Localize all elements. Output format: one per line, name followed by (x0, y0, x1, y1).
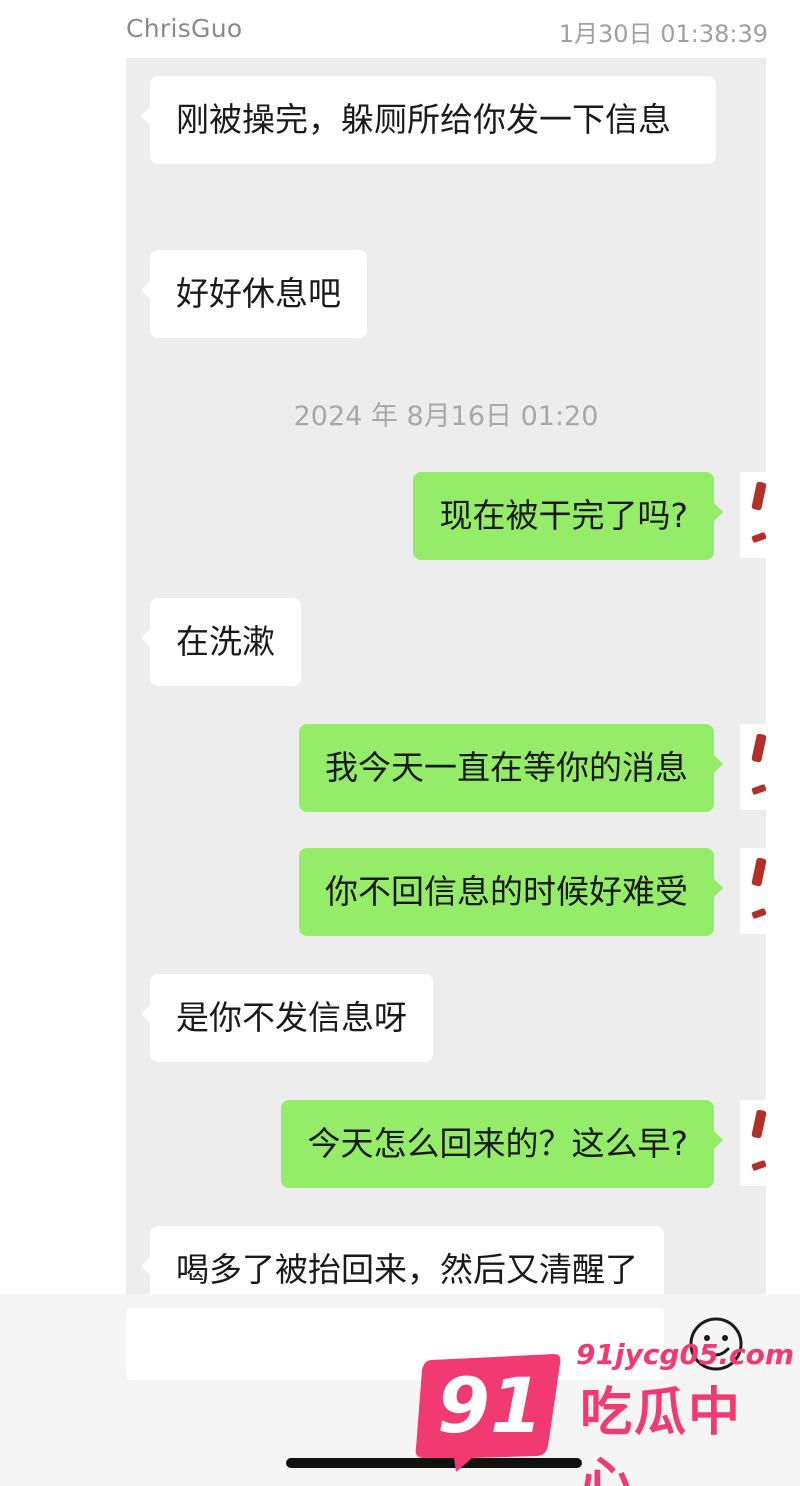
avatar-mark (751, 481, 767, 511)
own-avatar[interactable] (740, 1100, 768, 1186)
own-avatar[interactable] (740, 472, 768, 558)
message-bubble-outgoing[interactable]: 今天怎么回来的？这么早? (281, 1100, 723, 1188)
message-text: 我今天一直在等你的消息 (325, 748, 688, 787)
message-text: 好好休息吧 (176, 274, 341, 313)
chat-timestamp: 2024 年 8月16日 01:20 (293, 401, 599, 432)
avatar-mark (751, 1109, 767, 1139)
message-text: 你不回信息的时候好难受 (325, 872, 688, 911)
chat-message-list[interactable]: 刚被操完，躲厕所给你发一下信息 好好休息吧 2024 年 8月16日 01:20… (126, 58, 766, 1294)
own-avatar[interactable] (740, 724, 768, 810)
header-timestamp: 1月30日 01:38:39 (558, 20, 768, 48)
message-bubble-incoming[interactable]: 喝多了被抬回来，然后又清醒了 (141, 1226, 664, 1294)
message-text: 刚被操完，躲厕所给你发一下信息 (176, 100, 671, 139)
avatar-mark (751, 733, 767, 763)
message-text: 是你不发信息呀 (176, 998, 407, 1037)
message-text: 喝多了被抬回来，然后又清醒了 (176, 1250, 638, 1289)
sender-name: ChrisGuo (126, 14, 243, 43)
message-bubble-outgoing[interactable]: 我今天一直在等你的消息 (299, 724, 723, 812)
site-watermark: 91 91jycg05.com 吃瓜中心 (408, 1336, 794, 1486)
message-bubble-incoming[interactable]: 是你不发信息呀 (141, 974, 433, 1062)
chat-record-header: ChrisGuo 1月30日 01:38:39 (0, 0, 800, 58)
message-bubble-incoming[interactable]: 刚被操完，躲厕所给你发一下信息 (141, 76, 716, 164)
avatar-mark (751, 857, 767, 887)
message-bubble-outgoing[interactable]: 现在被干完了吗? (413, 472, 723, 560)
watermark-number: 91 (437, 1361, 543, 1450)
own-avatar[interactable] (740, 848, 768, 934)
watermark-name: 吃瓜中心 (580, 1383, 743, 1486)
message-text: 在洗漱 (176, 622, 275, 661)
message-text: 今天怎么回来的？这么早? (307, 1124, 688, 1163)
avatar-mark (751, 531, 767, 544)
message-bubble-incoming[interactable]: 好好休息吧 (141, 250, 367, 338)
message-bubble-outgoing[interactable]: 你不回信息的时候好难受 (299, 848, 723, 936)
watermark-site: 91jycg05.com (576, 1338, 795, 1371)
avatar-mark (751, 1159, 767, 1172)
message-text: 现在被干完了吗? (439, 496, 688, 535)
message-bubble-incoming[interactable]: 在洗漱 (141, 598, 301, 686)
avatar-mark (751, 907, 767, 920)
avatar-mark (751, 783, 767, 796)
